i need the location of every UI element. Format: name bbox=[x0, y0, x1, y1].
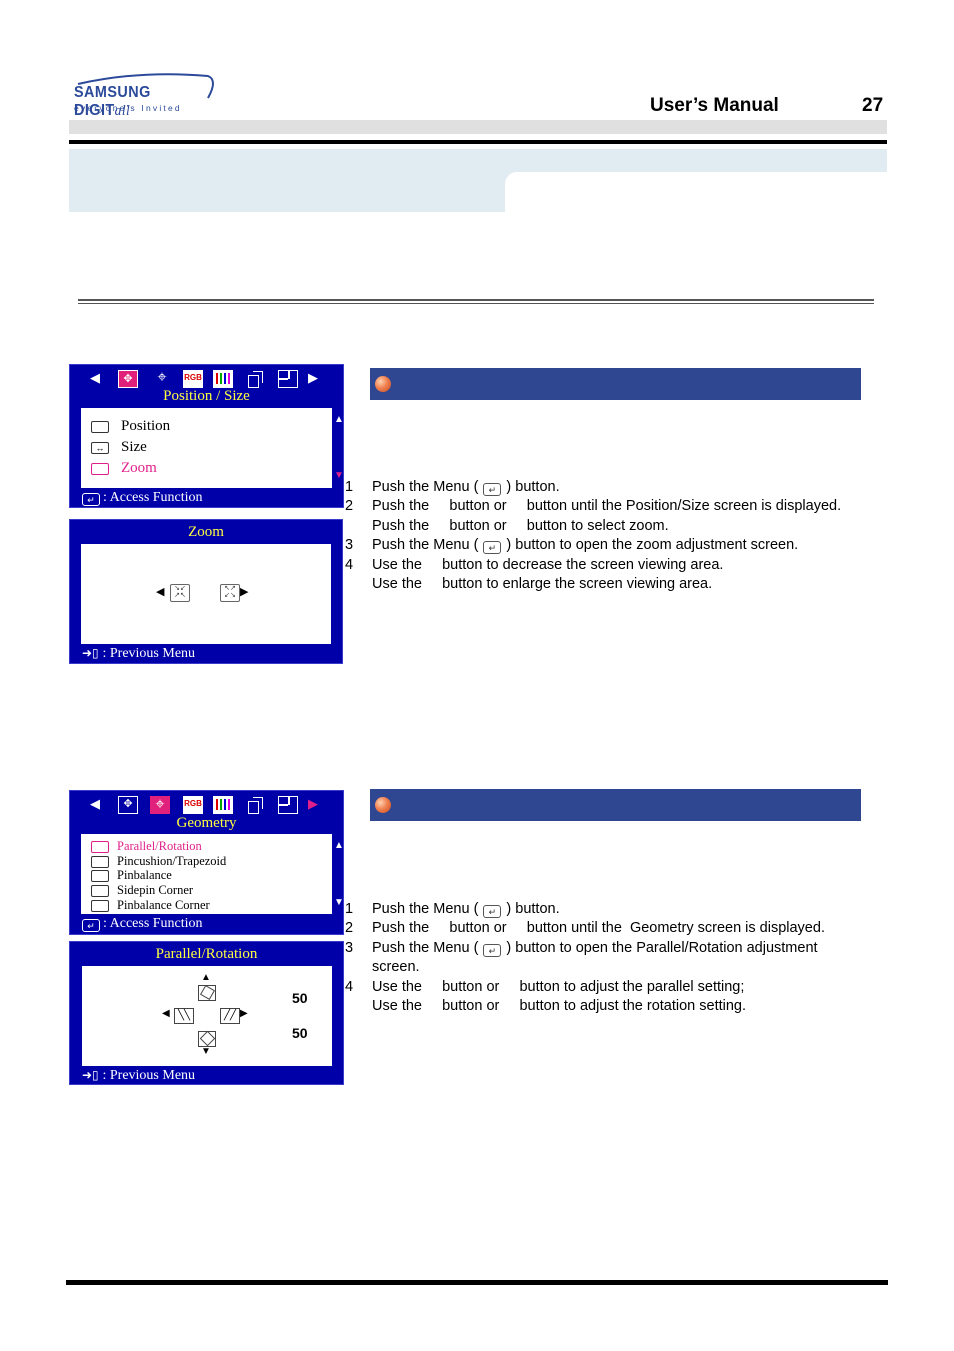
pincushion-icon bbox=[91, 855, 109, 868]
osd-adjust-title: Parallel/Rotation bbox=[155, 946, 258, 962]
bullet-ball-icon bbox=[375, 376, 391, 392]
zoom-out-icon: ↘↙ ↗↖ bbox=[170, 584, 190, 602]
parallel-right-icon: ╱╱ bbox=[220, 1008, 240, 1024]
title-band-corner bbox=[505, 172, 517, 184]
color-bars-icon bbox=[213, 796, 233, 814]
osd-footer: ➜▯ : Previous Menu bbox=[82, 1068, 196, 1083]
enter-icon: ↵ bbox=[82, 919, 100, 932]
geometry-icon: ⌖ bbox=[150, 796, 170, 814]
scroll-down-icon[interactable]: ▼ bbox=[334, 897, 344, 908]
color-bars-icon bbox=[213, 370, 233, 388]
osd-footer: ↵: Access Function bbox=[82, 916, 203, 932]
page-number: 27 bbox=[862, 95, 884, 116]
osd-icon-row: ◀ ✥ ⌖ RGB ▶ bbox=[70, 795, 343, 817]
size-icon: ↔ bbox=[91, 441, 109, 454]
down-arrow-icon[interactable]: ▼ bbox=[201, 1046, 211, 1057]
geometry-steps: 1 Push the Menu (↵) button. 2 Push the but… bbox=[345, 901, 825, 1014]
section-header-geometry bbox=[370, 789, 861, 821]
menu-item-pinbalance-corner[interactable]: Pinbalance Corner bbox=[91, 898, 210, 913]
scroll-up-icon[interactable]: ▲ bbox=[334, 414, 344, 425]
enter-icon: ↵ bbox=[82, 493, 100, 506]
exit-icon: ➜▯ bbox=[82, 646, 103, 660]
enter-icon: ↵ bbox=[483, 483, 502, 496]
header-band bbox=[69, 120, 887, 134]
logo-tagline: everyone's Invited bbox=[74, 103, 182, 113]
zoom-in-icon: ↖↗ ↙↘ bbox=[220, 584, 240, 602]
osd-footer: ↵: Access Function bbox=[82, 490, 203, 506]
logo-brand: SAMSUNG DIGITall bbox=[74, 84, 151, 119]
parallel-icon bbox=[91, 840, 109, 853]
title-band-tab bbox=[69, 172, 505, 212]
footer-rule bbox=[66, 1280, 888, 1285]
bullet-ball-icon bbox=[375, 797, 391, 813]
position-size-icon: ✥ bbox=[118, 370, 138, 388]
left-arrow-icon[interactable]: ◀ bbox=[162, 1008, 170, 1019]
osd-menu-list: Position ↔ Size Zoom bbox=[81, 408, 332, 488]
scroll-up-icon[interactable]: ▲ bbox=[334, 840, 344, 851]
osd-menu-title: Position / Size bbox=[163, 388, 250, 404]
osd-zoom-adjust: Zoom ◀ ↘↙ ↗↖ ↖↗ ↙↘ ▶ ➜▯ : Previous Menu bbox=[69, 519, 343, 664]
scroll-down-icon[interactable]: ▼ bbox=[334, 470, 344, 481]
zoom-steps: 1 Push the Menu (↵) button. 2 Push the but… bbox=[345, 479, 842, 592]
osd-geometry-menu: ◀ ✥ ⌖ RGB ▶ Geometry Parallel/Rotation P… bbox=[69, 790, 344, 935]
osd-adjust-area: ◀ ↘↙ ↗↖ ↖↗ ↙↘ ▶ bbox=[81, 544, 331, 644]
parallel-value: 50 bbox=[292, 1025, 308, 1041]
osd-menu-title: Geometry bbox=[176, 815, 237, 831]
osd-position-size-menu: ◀ ✥ ⌖ RGB ▶ Position / Size Position ↔ Si… bbox=[69, 364, 344, 508]
rotation-cw-icon bbox=[198, 1030, 216, 1047]
section-header-zoom bbox=[370, 368, 861, 400]
pinbalance-icon bbox=[91, 869, 109, 882]
enter-icon: ↵ bbox=[483, 943, 502, 957]
osd-menu-list: Parallel/Rotation Pincushion/Trapezoid P… bbox=[81, 834, 332, 914]
menu-item-pincushion-trapezoid[interactable]: Pincushion/Trapezoid bbox=[91, 854, 226, 869]
menu-item-pinbalance[interactable]: Pinbalance bbox=[91, 868, 172, 883]
rgb-icon: RGB bbox=[183, 370, 203, 388]
header-rule bbox=[69, 140, 887, 144]
menu-item-position[interactable]: Position bbox=[91, 418, 170, 435]
left-arrow-icon: ◀ bbox=[90, 796, 100, 811]
window-icon bbox=[278, 370, 298, 388]
enter-icon: ↵ bbox=[483, 905, 502, 918]
position-icon bbox=[91, 420, 109, 433]
window-icon bbox=[278, 796, 298, 814]
manual-title: User’s Manual bbox=[650, 95, 779, 116]
parallel-left-icon: ╲╲ bbox=[174, 1008, 194, 1024]
pinbalance-corner-icon bbox=[91, 899, 109, 912]
position-size-icon: ✥ bbox=[118, 796, 138, 814]
title-band bbox=[69, 149, 887, 172]
osd-footer: ➜▯ : Previous Menu bbox=[82, 646, 196, 661]
enter-icon: ↵ bbox=[483, 541, 502, 555]
sidepin-icon bbox=[91, 884, 109, 897]
copy-icon bbox=[246, 796, 266, 814]
geometry-icon: ⌖ bbox=[157, 369, 167, 386]
right-arrow-icon: ▶ bbox=[308, 370, 318, 385]
menu-item-parallel-rotation[interactable]: Parallel/Rotation bbox=[91, 839, 202, 854]
zoom-icon bbox=[91, 462, 109, 475]
copy-icon bbox=[246, 370, 266, 388]
rotation-ccw-icon bbox=[198, 984, 216, 1001]
decrease-arrow-icon[interactable]: ◀ bbox=[156, 585, 164, 598]
menu-item-zoom[interactable]: Zoom bbox=[91, 460, 157, 477]
right-arrow-icon[interactable]: ▶ bbox=[240, 1008, 248, 1019]
osd-adjust-title: Zoom bbox=[188, 524, 224, 540]
increase-arrow-icon[interactable]: ▶ bbox=[240, 585, 248, 598]
exit-icon: ➜▯ bbox=[82, 1068, 103, 1082]
rotation-value: 50 bbox=[292, 990, 308, 1006]
up-arrow-icon[interactable]: ▲ bbox=[201, 972, 211, 983]
rgb-icon: RGB bbox=[183, 796, 203, 814]
menu-item-sidepin-corner[interactable]: Sidepin Corner bbox=[91, 883, 193, 898]
section-divider bbox=[78, 299, 874, 304]
samsung-logo: SAMSUNG DIGITall everyone's Invited bbox=[70, 70, 215, 119]
osd-adjust-area: ▲ ◀ ╲╲ ╱╱ ▶ ▼ 50 50 bbox=[82, 966, 332, 1066]
right-arrow-icon: ▶ bbox=[308, 796, 318, 811]
menu-item-size[interactable]: ↔ Size bbox=[91, 439, 147, 456]
left-arrow-icon: ◀ bbox=[90, 370, 100, 385]
osd-parallel-rotation-adjust: Parallel/Rotation ▲ ◀ ╲╲ ╱╱ ▶ ▼ 50 50 ➜▯… bbox=[69, 941, 344, 1085]
